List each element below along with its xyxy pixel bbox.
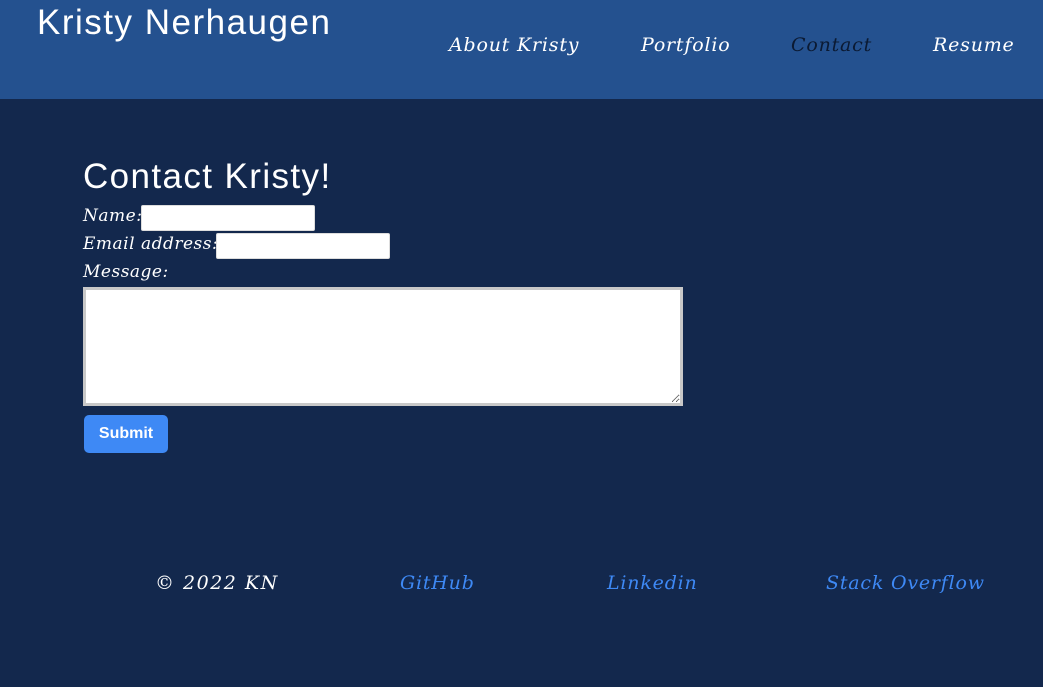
footer-link-linkedin[interactable]: Linkedin	[607, 572, 698, 594]
email-field[interactable]	[216, 233, 390, 259]
message-textarea[interactable]	[83, 287, 683, 406]
name-label: Name:	[83, 206, 143, 226]
site-header: Kristy Nerhaugen About Kristy Portfolio …	[0, 0, 1043, 99]
footer-link-stackoverflow[interactable]: Stack Overflow	[826, 572, 985, 594]
nav-link-contact[interactable]: Contact	[791, 34, 872, 56]
message-label: Message:	[83, 262, 169, 282]
site-title: Kristy Nerhaugen	[37, 3, 332, 42]
name-field[interactable]	[141, 205, 315, 231]
nav-link-portfolio[interactable]: Portfolio	[641, 34, 730, 56]
footer-link-github[interactable]: GitHub	[400, 572, 475, 594]
submit-button[interactable]: Submit	[84, 415, 168, 453]
footer-copyright: © 2022 KN	[155, 572, 279, 594]
nav-link-about[interactable]: About Kristy	[449, 34, 579, 56]
page-title: Contact Kristy!	[83, 157, 332, 196]
email-label: Email address:	[83, 234, 219, 254]
nav-link-resume[interactable]: Resume	[933, 34, 1015, 56]
